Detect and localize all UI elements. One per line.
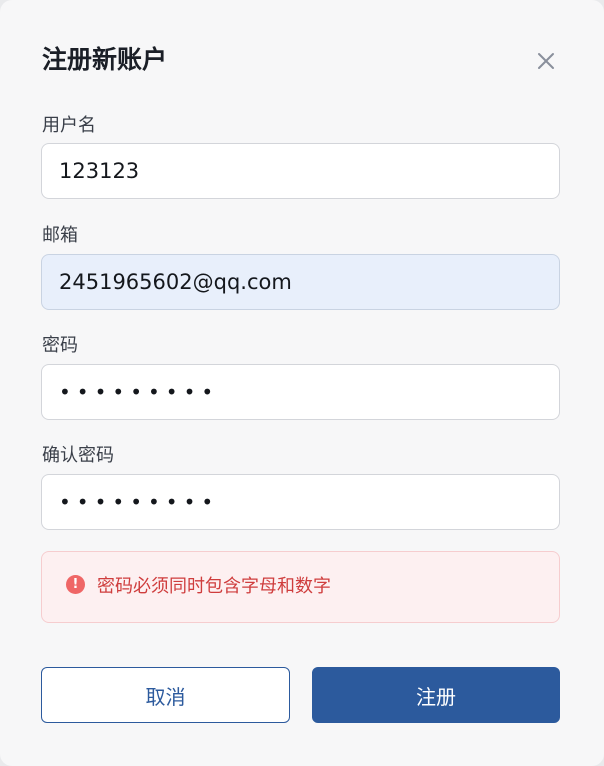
close-button[interactable] (532, 47, 560, 75)
confirm-password-label: 确认密码 (42, 445, 114, 466)
register-button[interactable]: 注册 (312, 667, 560, 723)
email-label: 邮箱 (42, 225, 78, 246)
dialog-title: 注册新账户 (42, 45, 168, 74)
password-label: 密码 (42, 335, 78, 356)
close-icon (538, 53, 554, 69)
error-circle-icon: ! (66, 574, 85, 594)
error-alert: ! 密码必须同时包含字母和数字 (41, 551, 560, 623)
confirm-password-input[interactable] (41, 474, 560, 530)
error-message: 密码必须同时包含字母和数字 (97, 576, 331, 597)
username-label: 用户名 (42, 115, 96, 136)
username-input[interactable] (41, 143, 560, 199)
register-dialog: 注册新账户 用户名 邮箱 密码 确认密码 ! 密码必须同时包含字母和数字 取消 … (0, 0, 604, 766)
cancel-button[interactable]: 取消 (41, 667, 290, 723)
email-input[interactable] (41, 254, 560, 310)
password-input[interactable] (41, 364, 560, 420)
